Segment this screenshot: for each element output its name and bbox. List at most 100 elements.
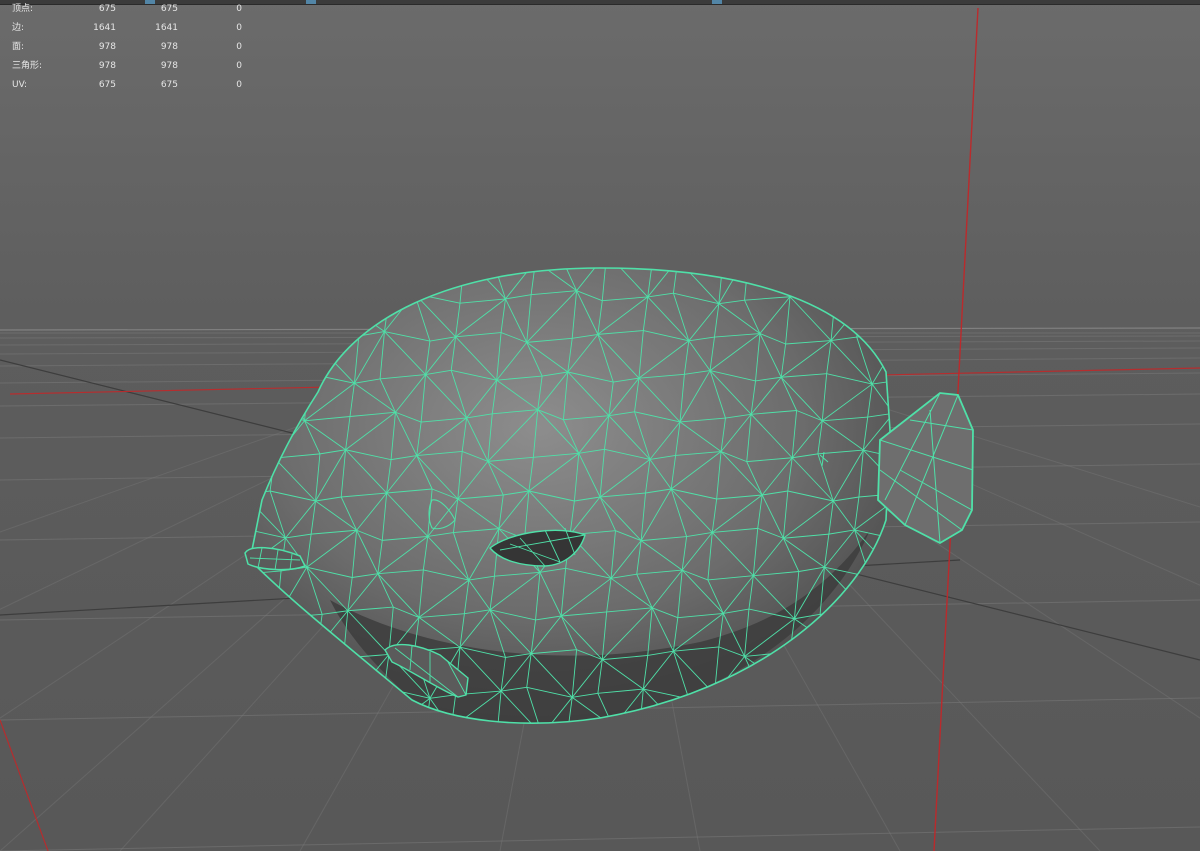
mesh-edge <box>267 344 284 379</box>
mesh-edge <box>272 292 318 299</box>
mesh-edge <box>242 303 246 336</box>
mesh-edge <box>231 256 276 265</box>
mesh-edge <box>536 257 562 261</box>
mesh-edge <box>388 268 394 299</box>
mesh-edge <box>267 683 314 696</box>
mesh-edge <box>865 268 890 269</box>
mesh-edge <box>835 609 866 648</box>
mesh-edge <box>860 268 890 305</box>
mesh-edge <box>723 253 749 256</box>
hud-row-vertices: 顶点: 675 675 0 <box>0 0 260 19</box>
mesh-edge <box>312 302 344 341</box>
mesh-edge <box>240 495 244 528</box>
mesh-edge <box>342 302 360 337</box>
mesh-edge <box>250 297 273 304</box>
mesh-edge <box>233 415 248 462</box>
mesh-edge <box>794 260 820 263</box>
mesh-edge <box>826 689 858 724</box>
mesh-edge <box>497 735 542 739</box>
mesh-edge <box>856 684 890 691</box>
mesh-edge <box>856 651 890 691</box>
mesh-edge <box>613 727 639 737</box>
fish-body-surface <box>250 268 890 724</box>
mesh-edge <box>379 687 385 724</box>
hud-label: 顶点: <box>12 4 34 14</box>
mesh-edge <box>607 253 652 263</box>
mesh-edge <box>785 651 791 686</box>
mesh-edge <box>749 253 794 264</box>
hud-value: 0 <box>236 42 242 52</box>
scene-canvas[interactable] <box>0 0 1200 851</box>
hud-value: 0 <box>236 61 242 71</box>
mesh-edge <box>271 617 278 651</box>
mesh-edge <box>231 256 246 303</box>
mesh-edge <box>856 689 890 724</box>
mesh-edge <box>785 647 836 686</box>
mesh-edge <box>309 725 354 728</box>
mesh-edge <box>709 694 715 724</box>
mesh-edge <box>348 256 393 265</box>
hud-value: 1641 <box>155 23 178 33</box>
mesh-edge <box>861 651 890 658</box>
mesh-edge <box>343 268 394 304</box>
mesh-edge <box>353 691 360 724</box>
fish-mesh[interactable] <box>231 251 974 739</box>
mesh-edge <box>826 722 873 724</box>
hud-row-faces: 面: 978 978 0 <box>0 38 260 57</box>
mesh-edge <box>242 654 246 687</box>
mesh-edge <box>276 617 318 648</box>
mesh-edge <box>891 606 906 653</box>
mesh-edge <box>313 335 359 341</box>
hud-label: 三角形: <box>12 61 43 71</box>
mesh-edge <box>819 268 836 294</box>
mesh-edge <box>358 687 385 692</box>
mesh-edge <box>250 457 275 463</box>
mesh-edge <box>271 268 323 299</box>
mesh-edge <box>313 690 359 696</box>
mesh-edge <box>343 302 385 332</box>
hud-row-triangles: 三角形: 978 978 0 <box>0 57 260 76</box>
mesh-edge <box>250 410 279 416</box>
3d-viewport[interactable]: 顶点: 675 675 0 边: 1641 1641 0 面: 978 978 … <box>0 0 1200 851</box>
mesh-edge <box>860 268 866 305</box>
mesh-edge <box>684 728 710 732</box>
mesh-edge <box>231 608 246 655</box>
z-axis-line <box>0 719 49 851</box>
mesh-edge <box>250 683 268 688</box>
mesh-edge <box>282 340 314 379</box>
mesh-edge <box>308 340 314 374</box>
hud-value: 675 <box>98 4 116 14</box>
mesh-edge <box>414 268 420 294</box>
mesh-edge <box>561 253 606 257</box>
mesh-edge <box>683 698 690 724</box>
mesh-edge <box>490 251 535 261</box>
mesh-edge <box>710 728 755 737</box>
mesh-edge <box>785 684 827 724</box>
hud-value: 978 <box>98 61 116 71</box>
mesh-edge <box>819 614 836 648</box>
mesh-edge <box>891 268 906 301</box>
mesh-edge <box>250 654 269 685</box>
mesh-edge <box>267 683 310 724</box>
mesh-edge <box>271 297 314 341</box>
hud-label: 边: <box>12 23 25 33</box>
mesh-edge <box>871 722 890 724</box>
mesh-edge <box>267 650 273 684</box>
mesh-edge <box>865 609 890 653</box>
mesh-edge <box>250 650 273 655</box>
mesh-edge <box>271 268 278 299</box>
mesh-edge <box>426 728 452 732</box>
mesh-edge <box>678 256 723 260</box>
mesh-edge <box>419 256 464 260</box>
mesh-edge <box>343 297 389 304</box>
hud-label: 面: <box>12 42 25 52</box>
mesh-edge <box>860 303 890 335</box>
mesh-edge <box>789 268 795 297</box>
mesh-edge <box>898 334 902 381</box>
hud-row-edges: 边: 1641 1641 0 <box>0 19 260 38</box>
mesh-edge <box>250 683 269 724</box>
mesh-edge <box>267 683 284 724</box>
mesh-edge <box>321 268 344 303</box>
mesh-edge <box>283 373 310 379</box>
mesh-edge <box>250 335 284 379</box>
